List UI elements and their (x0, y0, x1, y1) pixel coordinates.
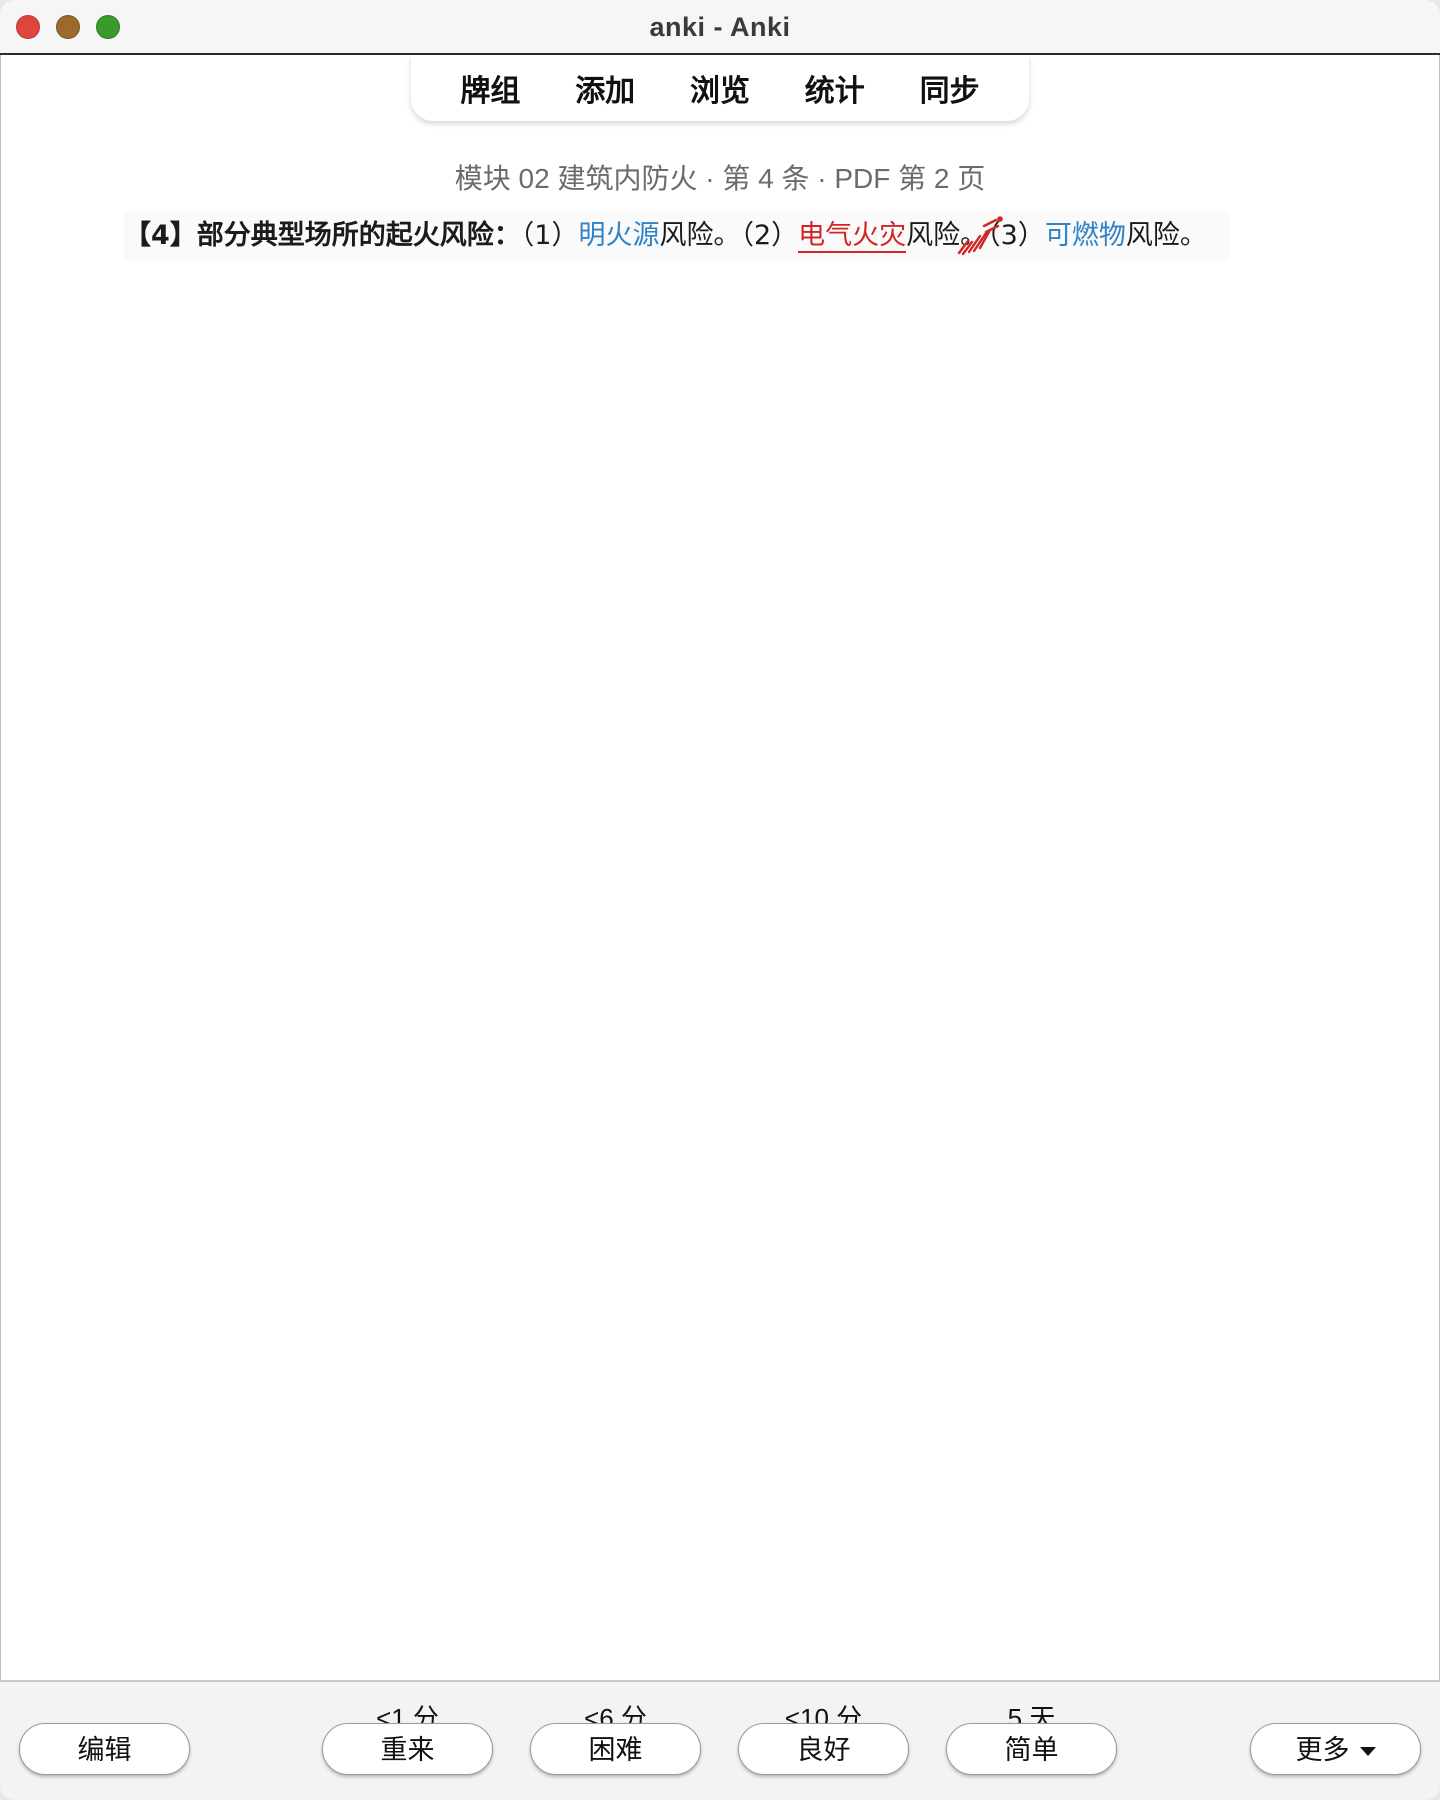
good-button[interactable]: 良好 (738, 1723, 909, 1775)
toolbar-add[interactable]: 添加 (567, 62, 643, 114)
anki-window: anki - Anki 牌组 添加 浏览 统计 同步 模块 02 建筑内防火 ·… (0, 0, 1440, 1800)
card-prefix: 【4】部分典型场所的起火风险： (124, 220, 521, 251)
toolbar-stats[interactable]: 统计 (797, 62, 873, 114)
item-number-1: （1） (520, 220, 579, 251)
highlight-term-1: 明火源 (578, 220, 660, 251)
main-toolbar: 牌组 添加 浏览 统计 同步 (411, 55, 1029, 121)
red-stamp-mark (957, 216, 1003, 256)
toolbar-browse[interactable]: 浏览 (682, 62, 758, 114)
toolbar-sync[interactable]: 同步 (912, 62, 988, 114)
card-header: 模块 02 建筑内防火 · 第 4 条 · PDF 第 2 页 (454, 163, 986, 194)
title-bar: anki - Anki (0, 0, 1440, 55)
chevron-down-icon (1359, 1747, 1376, 1757)
edit-button[interactable]: 编辑 (19, 1723, 190, 1775)
item-number-2: （2） (740, 220, 799, 251)
hard-button[interactable]: 困难 (530, 1723, 701, 1775)
review-bottom-bar: 编辑 <1 分 重来 <6 分 困难 <10 分 良好 5 天 简单 更多 (0, 1680, 1440, 1800)
easy-button[interactable]: 简单 (946, 1723, 1117, 1775)
more-button-label: 更多 (1295, 1735, 1350, 1765)
more-button[interactable]: 更多 (1250, 1723, 1421, 1775)
suffix-1: 风险。 (659, 220, 741, 251)
highlight-term-3: 可燃物 (1044, 220, 1126, 251)
card-content: 【4】部分典型场所的起火风险：（1）明火源风险。（2）电气火灾风险。（3）可燃物… (124, 212, 1230, 260)
again-button[interactable]: 重来 (322, 1723, 493, 1775)
highlight-term-2: 电气火灾 (798, 220, 907, 253)
toolbar-decks[interactable]: 牌组 (452, 62, 528, 114)
suffix-3: 风险。 (1125, 220, 1207, 251)
window-title: anki - Anki (649, 12, 791, 42)
